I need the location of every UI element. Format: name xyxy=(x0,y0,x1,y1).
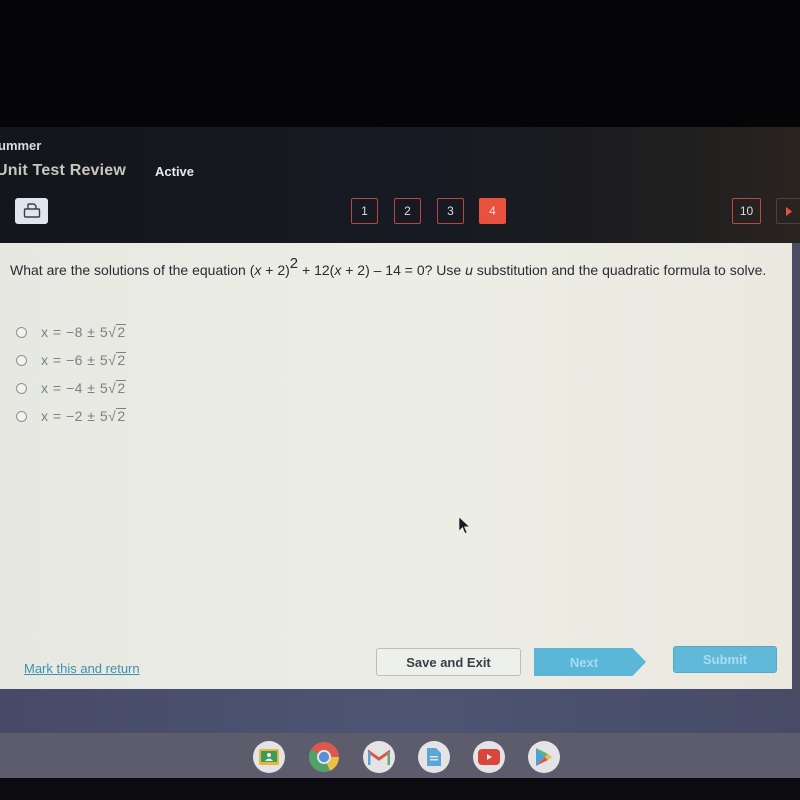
question-text-part: What are the solutions of the equation ( xyxy=(10,262,255,278)
answer-option-1[interactable]: x = −8 ± 5√2 xyxy=(16,318,126,346)
question-text-part: + 12( xyxy=(298,262,335,278)
answer-expression: x = −6 ± 5 xyxy=(41,352,109,368)
google-docs-app[interactable] xyxy=(418,741,450,773)
gmail-app[interactable] xyxy=(363,741,395,773)
mouse-cursor-icon xyxy=(459,517,471,534)
youtube-app[interactable] xyxy=(473,741,505,773)
gmail-icon xyxy=(368,749,390,765)
question-text-part: + 2) – 14 = 0? Use xyxy=(341,262,466,278)
printer-icon xyxy=(23,203,40,218)
google-classroom-icon xyxy=(259,749,279,765)
answer-expression: x = −8 ± 5 xyxy=(41,324,109,340)
play-store-app[interactable] xyxy=(528,741,560,773)
sqrt-symbol: √ xyxy=(108,324,117,340)
variable-u: u xyxy=(465,262,473,278)
play-store-icon xyxy=(536,748,552,766)
answer-text: x = −8 ± 5√2 xyxy=(41,324,126,340)
next-button[interactable]: Next xyxy=(534,648,646,676)
print-button[interactable] xyxy=(15,198,48,224)
answer-option-4[interactable]: x = −2 ± 5√2 xyxy=(16,402,126,430)
question-nav-4-current[interactable]: 4 xyxy=(479,198,506,224)
screen-bezel-bottom xyxy=(0,778,800,800)
question-nav-3[interactable]: 3 xyxy=(437,198,464,224)
submit-button[interactable]: Submit xyxy=(673,646,777,673)
question-text-part: + 2) xyxy=(261,262,290,278)
google-docs-icon xyxy=(427,748,441,766)
answer-expression: x = −2 ± 5 xyxy=(41,408,109,424)
answer-text: x = −4 ± 5√2 xyxy=(41,380,126,396)
answer-expression: x = −4 ± 5 xyxy=(41,380,109,396)
save-and-exit-button[interactable]: Save and Exit xyxy=(376,648,521,676)
chromeos-shelf xyxy=(0,733,800,778)
course-name: ummer xyxy=(0,138,42,153)
question-text: What are the solutions of the equation (… xyxy=(10,255,780,282)
window-bottom-area xyxy=(0,689,800,733)
radicand: 2 xyxy=(116,408,126,424)
radio-button[interactable] xyxy=(16,354,27,366)
answer-text: x = −2 ± 5√2 xyxy=(41,408,126,424)
question-nav-next-button[interactable] xyxy=(776,198,800,224)
chrome-app[interactable] xyxy=(308,741,340,773)
sqrt-symbol: √ xyxy=(108,408,117,424)
screen-bezel xyxy=(0,0,800,127)
answer-text: x = −6 ± 5√2 xyxy=(41,352,126,368)
activity-title: Unit Test Review xyxy=(0,162,127,179)
question-nav-10[interactable]: 10 xyxy=(732,198,761,224)
radicand: 2 xyxy=(116,324,126,340)
youtube-icon xyxy=(478,749,500,765)
radio-button[interactable] xyxy=(16,326,27,338)
question-panel xyxy=(0,243,792,689)
triangle-right-icon xyxy=(786,206,792,216)
scrollbar-track xyxy=(792,243,800,689)
question-nav-1[interactable]: 1 xyxy=(351,198,378,224)
google-classroom-app[interactable] xyxy=(253,741,285,773)
question-nav-2[interactable]: 2 xyxy=(394,198,421,224)
question-text-part: substitution and the quadratic formula t… xyxy=(472,262,767,278)
radio-button[interactable] xyxy=(16,410,27,422)
sqrt-symbol: √ xyxy=(108,380,117,396)
answer-option-2[interactable]: x = −6 ± 5√2 xyxy=(16,346,126,374)
radicand: 2 xyxy=(116,352,126,368)
answer-choices: x = −8 ± 5√2 x = −6 ± 5√2 x = −4 ± 5√2 x… xyxy=(16,318,126,430)
chrome-icon xyxy=(308,742,339,772)
exponent: 2 xyxy=(289,255,299,272)
sqrt-symbol: √ xyxy=(108,352,117,368)
radio-button[interactable] xyxy=(16,382,27,394)
status-label: Active xyxy=(155,164,195,179)
radicand: 2 xyxy=(116,380,126,396)
answer-option-3[interactable]: x = −4 ± 5√2 xyxy=(16,374,126,402)
app-header xyxy=(0,127,800,243)
mark-this-and-return-link[interactable]: Mark this and return xyxy=(24,661,140,676)
